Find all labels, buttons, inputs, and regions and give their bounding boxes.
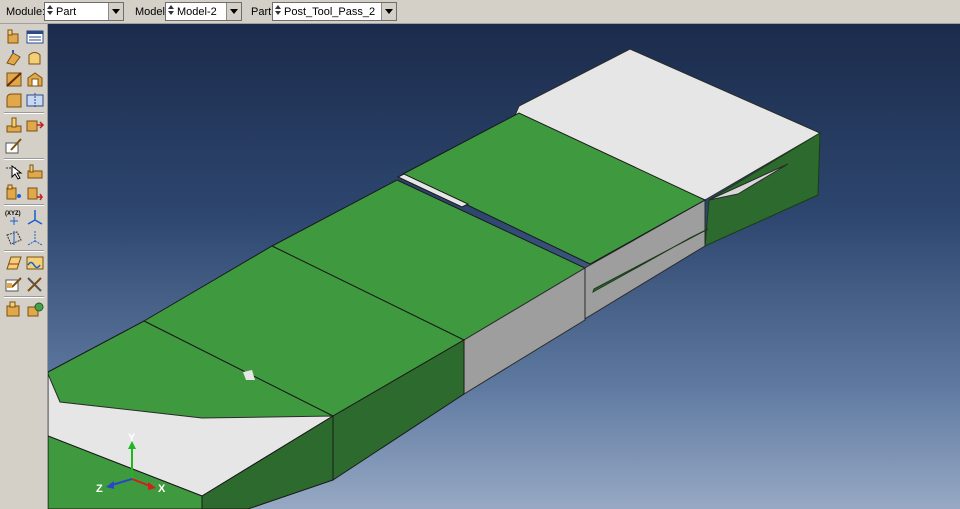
module-combo[interactable]: Part — [44, 2, 124, 21]
part-display-icon[interactable] — [4, 300, 24, 318]
part-model[interactable] — [48, 24, 960, 509]
triad-x-label: X — [158, 483, 166, 495]
create-part-icon[interactable] — [4, 28, 24, 46]
view-triad: Y X Z — [92, 429, 182, 504]
model-combo[interactable]: Model-2 — [165, 2, 242, 21]
tools-icon[interactable] — [25, 275, 45, 293]
instance-icon[interactable] — [25, 300, 45, 318]
part-value: Post_Tool_Pass_2 — [284, 6, 376, 18]
toolbox-separator — [4, 112, 44, 114]
module-spinner-icon[interactable] — [46, 4, 54, 19]
create-surface-icon[interactable] — [25, 254, 45, 272]
triad-z-label: Z — [96, 483, 103, 495]
create-cut-icon[interactable] — [4, 70, 24, 88]
toolbox-separator — [4, 250, 44, 252]
merge-icon[interactable] — [25, 183, 45, 201]
model-dropdown-icon[interactable] — [226, 3, 241, 20]
model-label: Model: — [135, 6, 169, 18]
create-partition-icon[interactable] — [25, 91, 45, 109]
triad-y-label: Y — [128, 432, 136, 444]
datum-plane-icon[interactable] — [4, 229, 24, 247]
toolbox-separator — [4, 158, 44, 160]
model-value: Model-2 — [177, 6, 217, 18]
datum-axis-icon[interactable] — [25, 208, 45, 226]
edit-mesh-icon[interactable] — [4, 275, 24, 293]
module-value: Part — [56, 6, 77, 18]
part-spinner-icon[interactable] — [274, 4, 282, 19]
module-dropdown-icon[interactable] — [108, 3, 123, 20]
datum-manager-icon[interactable] — [25, 116, 45, 134]
create-datum-icon[interactable] — [4, 116, 24, 134]
create-shell-icon[interactable] — [25, 70, 45, 88]
toolbox-separator — [4, 296, 44, 298]
model-spinner-icon[interactable] — [167, 4, 175, 19]
create-solid-revolve-icon[interactable] — [25, 49, 45, 67]
create-wire-icon[interactable] — [4, 183, 24, 201]
model-viewport[interactable]: Y X Z — [48, 24, 960, 509]
create-coordinate-icon[interactable]: (XYZ) — [4, 208, 24, 226]
part-toolbox: (XYZ) — [0, 24, 48, 509]
query-icon[interactable] — [4, 162, 24, 180]
edit-feature-icon[interactable] — [4, 137, 24, 155]
create-solid-extrude-icon[interactable] — [4, 49, 24, 67]
part-combo[interactable]: Post_Tool_Pass_2 — [272, 2, 397, 21]
create-round-icon[interactable] — [4, 91, 24, 109]
toolbox-separator — [4, 204, 44, 206]
part-label: Part: — [251, 6, 275, 18]
create-set-icon[interactable] — [4, 254, 24, 272]
context-bar: Module: Part Model: Model-2 Part: Post_T… — [0, 0, 960, 24]
repair-icon[interactable] — [25, 162, 45, 180]
svg-text:(XYZ): (XYZ) — [5, 211, 21, 217]
module-label: Module: — [6, 6, 46, 18]
part-dropdown-icon[interactable] — [381, 3, 396, 20]
datum-csys-icon[interactable] — [25, 229, 45, 247]
part-manager-icon[interactable] — [25, 28, 45, 46]
